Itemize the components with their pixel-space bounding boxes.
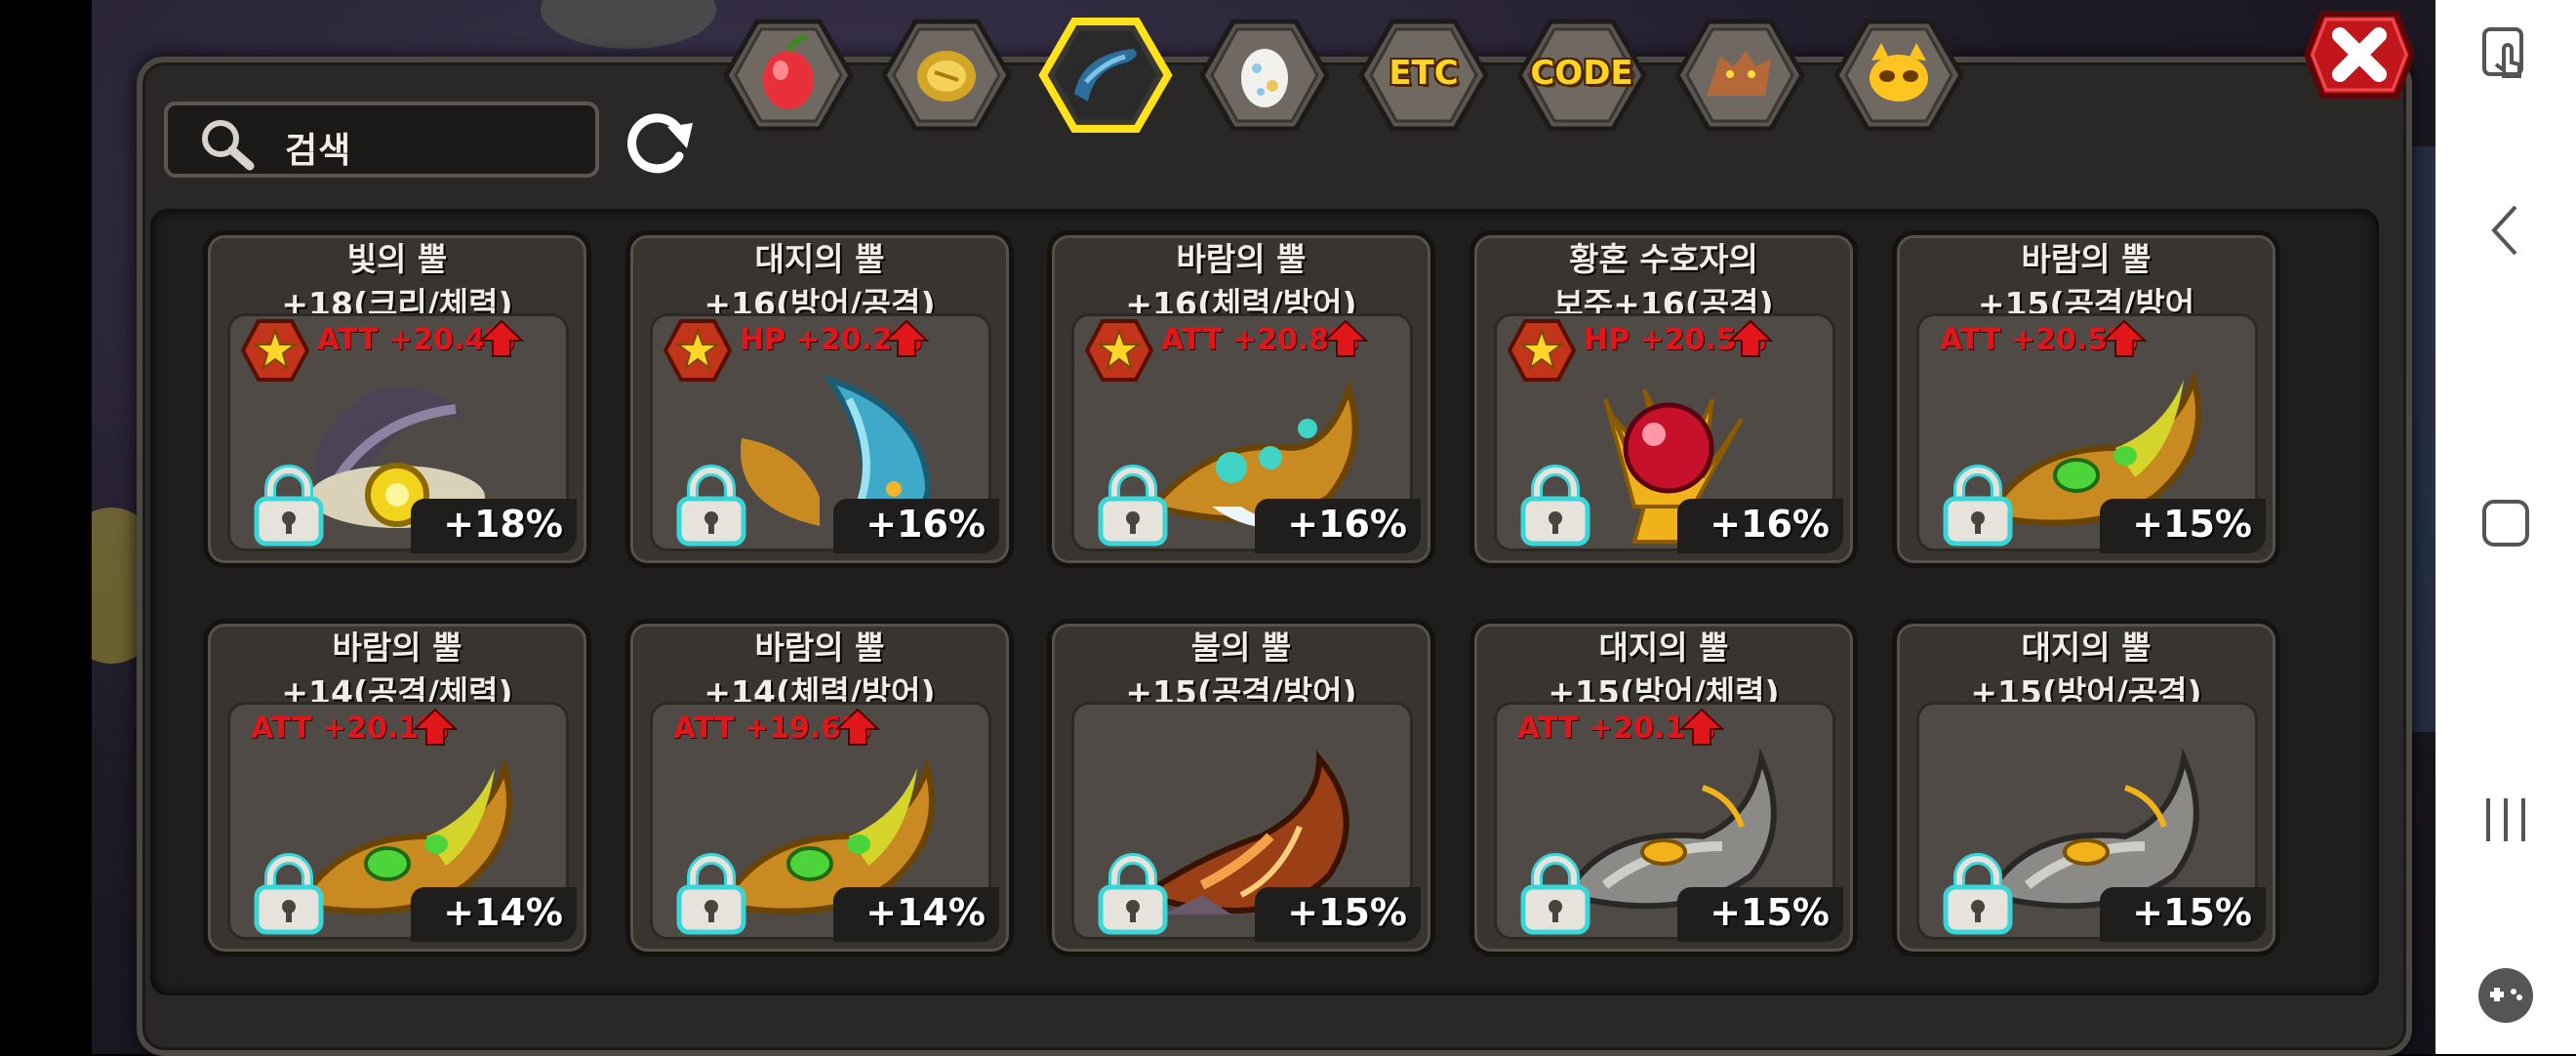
item-name: 바람의 뿔	[754, 629, 885, 667]
search-icon	[202, 120, 255, 171]
tab-code[interactable]: CODE	[1513, 18, 1650, 133]
lock-icon[interactable]	[1093, 852, 1173, 936]
percent-value: +15%	[2132, 503, 2252, 546]
item-card[interactable]: 황혼 수호자의 보주+16(공격) HP +20.5% +16%	[1469, 230, 1858, 568]
item-card[interactable]: 대지의 뿔 +15(방어/공격) +15%	[1892, 619, 2280, 956]
tab-beast[interactable]	[1671, 18, 1808, 133]
lock-icon[interactable]	[249, 464, 329, 548]
search-text: 검색	[285, 131, 352, 171]
percent-badge: +16%	[833, 499, 999, 553]
percent-value: +14%	[865, 891, 986, 934]
lock-icon[interactable]	[671, 852, 751, 936]
percent-value: +15%	[2132, 891, 2252, 934]
lock-icon[interactable]	[1938, 464, 2018, 548]
search-input[interactable]: 검색	[164, 102, 599, 178]
up-arrow-icon	[835, 708, 880, 746]
item-card[interactable]: 바람의 뿔 +14(체력/방어) ATT +19.6% +14%	[625, 619, 1014, 956]
item-card[interactable]: 대지의 뿔 +15(방어/체력) ATT +20.1% +15%	[1469, 619, 1858, 956]
percent-badge: +18%	[411, 499, 577, 553]
lock-icon[interactable]	[1938, 852, 2018, 936]
item-name: 불의 뿔	[1190, 629, 1292, 667]
percent-value: +16%	[865, 503, 986, 546]
close-button[interactable]	[2305, 8, 2414, 102]
percent-badge: +15%	[1677, 887, 1843, 942]
tab-code-label: CODE	[1530, 54, 1633, 93]
percent-badge: +16%	[1677, 499, 1843, 553]
lock-icon[interactable]	[1515, 464, 1595, 548]
lock-icon[interactable]	[249, 852, 329, 936]
percent-value: +15%	[1710, 891, 1830, 934]
percent-badge: +15%	[2100, 887, 2266, 942]
percent-value: +15%	[1287, 891, 1407, 934]
percent-badge: +15%	[1255, 887, 1421, 942]
home-icon[interactable]	[2475, 492, 2537, 554]
percent-badge: +14%	[833, 887, 999, 942]
up-arrow-icon	[884, 319, 929, 357]
back-icon[interactable]	[2475, 199, 2537, 262]
touch-assist-icon[interactable]	[2475, 23, 2537, 86]
percent-value: +14%	[443, 891, 563, 934]
percent-badge: +15%	[2100, 499, 2266, 553]
tab-fruit[interactable]	[720, 18, 857, 133]
up-arrow-icon	[413, 708, 458, 746]
percent-badge: +14%	[411, 887, 577, 942]
item-name: 바람의 뿔	[1176, 240, 1307, 278]
percent-badge: +16%	[1255, 499, 1421, 553]
tab-mask[interactable]	[1831, 18, 1967, 133]
percent-value: +18%	[443, 503, 563, 546]
refresh-icon[interactable]	[621, 105, 699, 180]
tab-horn[interactable]	[1037, 18, 1174, 133]
item-card[interactable]: 바람의 뿔 +15(공격/방어 ATT +20.5% +15%	[1892, 230, 2280, 568]
tab-etc[interactable]: ETC	[1355, 18, 1492, 133]
tab-coin[interactable]	[878, 18, 1015, 133]
percent-value: +16%	[1710, 503, 1830, 546]
item-name: 빛의 뿔	[346, 240, 448, 278]
item-name: 대지의 뿔	[754, 240, 885, 278]
item-card[interactable]: 바람의 뿔 +14(공격/체력) ATT +20.1% +14%	[203, 619, 591, 956]
up-arrow-icon	[2102, 319, 2147, 357]
percent-value: +16%	[1287, 503, 1407, 546]
lock-icon[interactable]	[1093, 464, 1173, 548]
up-arrow-icon	[1323, 319, 1368, 357]
recents-icon[interactable]	[2475, 789, 2537, 851]
up-arrow-icon	[1679, 708, 1724, 746]
up-arrow-icon	[1728, 319, 1773, 357]
lock-icon[interactable]	[1515, 852, 1595, 936]
tab-egg[interactable]	[1196, 18, 1333, 133]
up-arrow-icon	[479, 319, 524, 357]
lock-icon[interactable]	[671, 464, 751, 548]
item-card[interactable]: 빛의 뿔 +18(크리/체력) ATT +20.4% +18%	[203, 230, 591, 568]
item-name: 대지의 뿔	[2021, 629, 2152, 667]
item-name: 바람의 뿔	[332, 629, 463, 667]
item-name: 대지의 뿔	[1598, 629, 1729, 667]
tab-etc-label: ETC	[1389, 54, 1459, 93]
system-nav-bar	[2435, 0, 2576, 1054]
item-card[interactable]: 불의 뿔 +15(공격/방어) +15%	[1047, 619, 1435, 956]
item-card[interactable]: 바람의 뿔 +16(체력/방어) ATT +20.8% +16%	[1047, 230, 1435, 568]
item-name: 바람의 뿔	[2021, 240, 2152, 278]
item-card[interactable]: 대지의 뿔 +16(방어/공격) HP +20.2% +16%	[625, 230, 1014, 568]
item-name: 황혼 수호자의	[1569, 240, 1758, 278]
game-tools-icon[interactable]	[2475, 964, 2537, 1027]
